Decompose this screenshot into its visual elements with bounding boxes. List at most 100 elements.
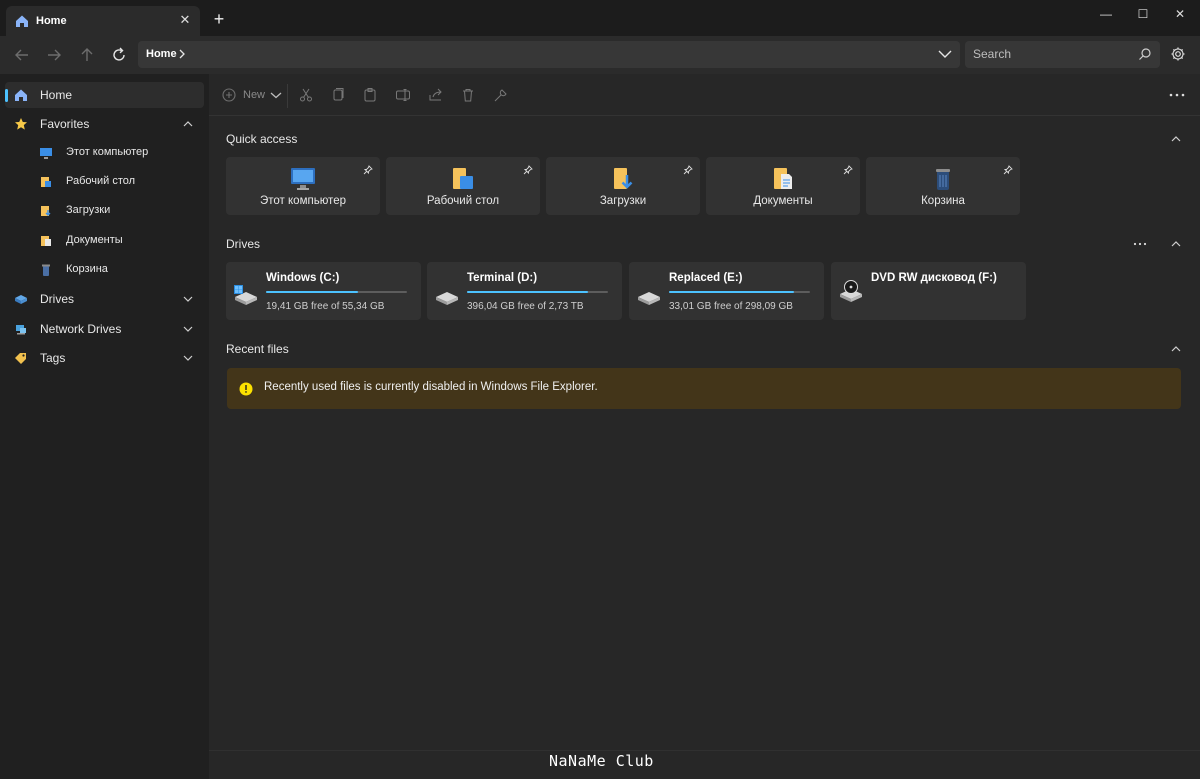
folder-icon [41,206,51,216]
document-icon [41,236,51,246]
sidebar-item-label: Home [40,88,73,102]
new-button-label: New [243,89,266,101]
sidebar-item-tags[interactable]: Tags [5,345,204,371]
tab-close-icon[interactable]: ✕ [178,13,192,27]
quick-access-label: Документы [753,195,813,207]
sidebar-item-downloads[interactable]: Загрузки [5,198,204,224]
more-options-icon[interactable] [1133,242,1147,246]
chevron-down-icon[interactable] [183,295,193,303]
pin-icon[interactable] [1003,165,1013,175]
pin-icon[interactable] [523,165,533,175]
back-icon[interactable] [13,46,31,64]
forward-icon[interactable] [45,46,63,64]
warning-icon [239,382,253,396]
quick-access-item[interactable]: Этот компьютер [226,157,380,215]
breadcrumb-chevron-icon [179,49,185,59]
command-bar: New [209,74,1200,116]
add-icon [222,88,236,102]
maximize-button[interactable]: ☐ [1123,6,1163,22]
tab-home[interactable]: Home ✕ [6,6,200,36]
quick-access-label: Загрузки [599,195,647,207]
drive-icon [436,292,458,305]
drive-usage-fill [467,291,589,293]
quick-access-label: Этот компьютер [260,195,346,207]
chevron-up-icon[interactable] [1171,240,1181,248]
documents-folder-icon [774,168,792,189]
drive-card-e[interactable]: Replaced (E:) 33,01 GB free of 298,09 GB [629,262,824,320]
star-icon [15,118,27,130]
drive-usage-bar [266,291,407,293]
breadcrumb-home[interactable]: Home [146,48,177,60]
dvd-drive-icon [840,280,862,302]
chevron-down-icon[interactable] [938,48,952,60]
new-tab-button[interactable]: + [211,10,227,28]
sidebar-item-label: Рабочий стол [66,175,136,187]
pin-icon[interactable] [843,165,853,175]
refresh-icon[interactable] [110,46,128,64]
drive-usage-bar [669,291,810,293]
chevron-up-icon[interactable] [183,120,193,128]
quick-access-item[interactable]: Корзина [866,157,1020,215]
drive-free-space: 19,41 GB free of 55,34 GB [266,301,385,312]
drive-card-c[interactable]: Windows (C:) 19,41 GB free of 55,34 GB [226,262,421,320]
sidebar-item-label: Этот компьютер [66,146,149,158]
quick-access-item[interactable]: Рабочий стол [386,157,540,215]
status-bar [209,750,1200,779]
selection-indicator [5,89,8,102]
properties-icon[interactable] [493,87,509,103]
quick-access-item[interactable]: Загрузки [546,157,700,215]
quick-access-item[interactable]: Документы [706,157,860,215]
chevron-down-icon[interactable] [183,354,193,362]
up-icon[interactable] [78,46,96,64]
drive-name: DVD RW дисковод (F:) [871,272,997,284]
sidebar-item-network-drives[interactable]: Network Drives [5,316,204,342]
sidebar-item-label: Tags [40,351,66,365]
sidebar-item-this-pc[interactable]: Этот компьютер [5,140,204,166]
sidebar-item-label: Загрузки [66,204,111,216]
recycle-bin-icon [42,264,50,276]
sidebar-item-home[interactable]: Home [5,82,204,108]
paste-icon[interactable] [362,87,378,103]
search-box[interactable]: Search [965,41,1160,68]
drive-free-space: 33,01 GB free of 298,09 GB [669,301,793,312]
share-icon[interactable] [428,87,444,103]
minimize-button[interactable]: — [1086,6,1126,22]
recent-files-title: Recent files [226,342,289,356]
sidebar-item-desktop[interactable]: Рабочий стол [5,169,204,195]
sidebar-item-label: Drives [40,292,75,306]
home-icon [15,89,27,101]
watermark: NaNaMe Club [549,752,654,770]
drive-name: Windows (C:) [266,272,340,284]
cut-icon[interactable] [298,87,314,103]
search-icon[interactable] [1138,47,1152,61]
pin-icon[interactable] [683,165,693,175]
delete-icon[interactable] [460,87,476,103]
chevron-up-icon[interactable] [1171,135,1181,143]
drive-card-f[interactable]: DVD RW дисковод (F:) [831,262,1026,320]
sidebar-item-drives[interactable]: Drives [5,286,204,312]
main-content: New Quick access Этот компьютер Рабочий … [209,74,1200,750]
drives-title: Drives [226,237,261,251]
sidebar-item-label: Корзина [66,263,108,275]
chevron-down-icon[interactable] [183,325,193,333]
tag-icon [15,353,26,364]
sidebar-item-recycle-bin[interactable]: Корзина [5,257,204,283]
sidebar-item-label: Документы [66,234,123,246]
drive-card-d[interactable]: Terminal (D:) 396,04 GB free of 2,73 TB [427,262,622,320]
sidebar-item-favorites[interactable]: Favorites [5,111,204,137]
toolbar-divider [287,84,288,108]
gear-icon[interactable] [1170,46,1186,62]
tab-title: Home [36,15,67,27]
chevron-up-icon[interactable] [1171,345,1181,353]
sidebar-item-documents[interactable]: Документы [5,228,204,254]
drive-usage-fill [266,291,358,293]
address-bar[interactable]: Home [138,41,960,68]
pin-icon[interactable] [363,165,373,175]
sidebar: Home Favorites Этот компьютер Рабочий ст… [0,74,209,778]
copy-icon[interactable] [330,87,346,103]
close-button[interactable]: ✕ [1160,6,1200,22]
search-placeholder: Search [973,47,1012,61]
new-button[interactable]: New [222,88,282,102]
more-options-icon[interactable] [1168,92,1186,98]
rename-icon[interactable] [395,87,411,103]
